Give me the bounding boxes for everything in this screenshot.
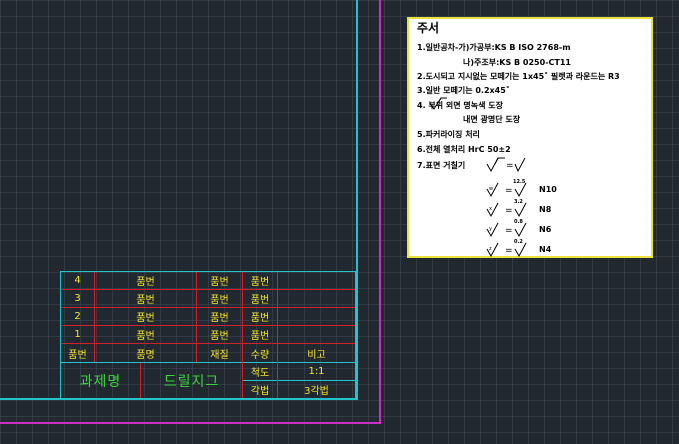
svg-text:w: w bbox=[489, 186, 493, 192]
roughness-symbol-icon: x = bbox=[486, 202, 527, 218]
cad-canvas[interactable]: { "title_block": { "parts": [ {"num": "4… bbox=[0, 0, 679, 444]
drawing-border-outer-right bbox=[379, 0, 381, 424]
note-line: 2.도시되고 지시없는 모떼기는 1x45˚ 필렛과 라운드는 R3 bbox=[417, 72, 620, 81]
note-line: 내면 광명단 도장 bbox=[463, 115, 521, 124]
roughness-symbol-icon bbox=[429, 97, 447, 110]
part-material[interactable]: 품번 bbox=[197, 272, 242, 289]
part-name[interactable]: 품번 bbox=[95, 326, 196, 343]
part-number[interactable]: 3 bbox=[61, 290, 94, 307]
roughness-value: 12.5 bbox=[513, 179, 526, 185]
part-number[interactable]: 2 bbox=[61, 308, 94, 325]
header-note: 비고 bbox=[307, 349, 326, 361]
note-line: 5.파커라이징 처리 bbox=[417, 130, 480, 139]
projection-value[interactable]: 3각법 bbox=[278, 381, 355, 398]
scale-label: 척도 bbox=[250, 368, 270, 379]
header-qty: 수량 bbox=[250, 349, 270, 361]
notes-title: 주서 bbox=[417, 21, 440, 35]
roughness-grade: N8 bbox=[539, 205, 552, 214]
roughness-value: 0.8 bbox=[514, 219, 523, 225]
roughness-grade: N6 bbox=[539, 225, 552, 234]
drawing-border-outer-bottom bbox=[0, 422, 381, 424]
svg-text:=: = bbox=[505, 226, 513, 236]
part-number[interactable]: 4 bbox=[61, 272, 94, 289]
svg-text:=: = bbox=[506, 161, 514, 171]
svg-text:=: = bbox=[505, 186, 513, 196]
part-qty[interactable]: 품번 bbox=[243, 290, 277, 307]
svg-text:y: y bbox=[489, 226, 492, 232]
part-qty[interactable]: 품번 bbox=[243, 308, 277, 325]
part-material[interactable]: 품번 bbox=[197, 326, 242, 343]
note-line: 7.표면 거칠기 bbox=[417, 161, 466, 170]
roughness-value: 3.2 bbox=[514, 199, 523, 205]
part-qty[interactable]: 품번 bbox=[243, 326, 277, 343]
header-part-name: 품명 bbox=[136, 349, 155, 361]
part-material[interactable]: 품번 bbox=[197, 290, 242, 307]
note-line: 6.전체 열처리 HrC 50±2 bbox=[417, 145, 511, 154]
svg-text:=: = bbox=[505, 206, 513, 216]
scale-value[interactable]: 1:1 bbox=[278, 363, 355, 380]
roughness-symbol-icon: = bbox=[486, 157, 526, 173]
part-name[interactable]: 품번 bbox=[95, 290, 196, 307]
roughness-value: 0.2 bbox=[514, 239, 523, 245]
roughness-grade: N4 bbox=[539, 245, 552, 254]
note-line: 3.일반 모떼기는 0.2x45˚ bbox=[417, 86, 510, 95]
part-qty[interactable]: 품번 bbox=[243, 272, 277, 289]
header-part-number: 품번 bbox=[68, 349, 87, 361]
projection-label: 각법 bbox=[250, 386, 270, 397]
roughness-symbol-icon: z = bbox=[486, 242, 527, 258]
roughness-grade: N10 bbox=[539, 185, 557, 194]
roughness-symbol-icon: y = bbox=[486, 222, 527, 238]
svg-text:=: = bbox=[505, 246, 513, 256]
note-line: 1.일반공차-가)가공부:KS B ISO 2768-m bbox=[417, 43, 571, 52]
project-name[interactable]: 드릴지그 bbox=[141, 363, 242, 398]
part-number[interactable]: 1 bbox=[61, 326, 94, 343]
header-material: 재질 bbox=[210, 349, 229, 361]
part-name[interactable]: 품번 bbox=[95, 272, 196, 289]
notes-panel[interactable]: 주서 1.일반공차-가)가공부:KS B ISO 2768-m 나)주조부:KS… bbox=[407, 17, 653, 258]
svg-text:z: z bbox=[489, 246, 492, 252]
note-line: 나)주조부:KS B 0250-CT11 bbox=[463, 58, 571, 67]
part-material[interactable]: 품번 bbox=[197, 308, 242, 325]
drawing-border-inner-right bbox=[356, 0, 358, 399]
part-name[interactable]: 품번 bbox=[95, 308, 196, 325]
svg-text:x: x bbox=[489, 206, 492, 212]
roughness-symbol-icon: w = bbox=[486, 182, 527, 198]
project-label: 과제명 bbox=[79, 373, 122, 390]
